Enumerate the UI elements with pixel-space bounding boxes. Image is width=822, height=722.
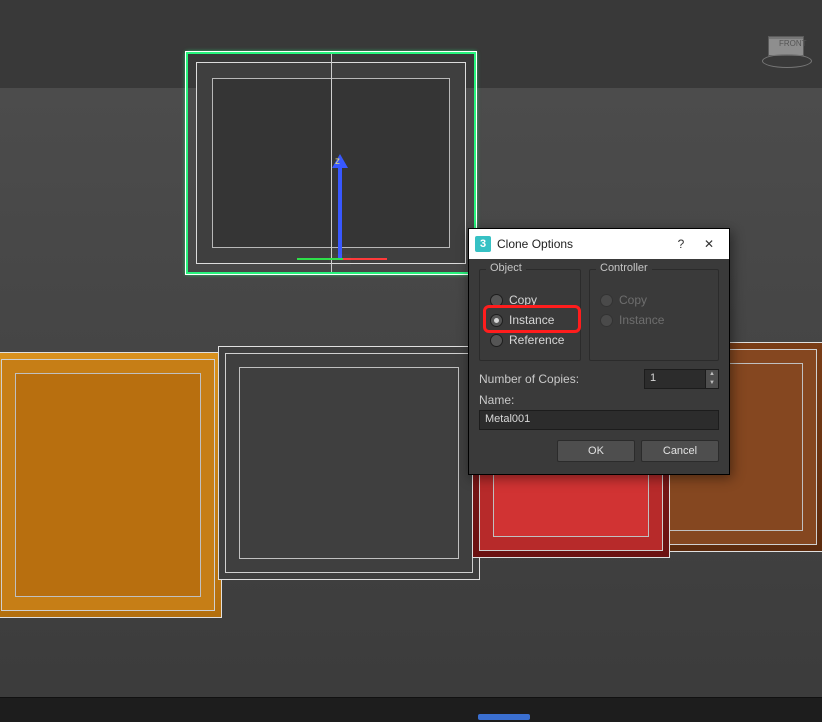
- clone-options-dialog: 3 Clone Options ? ✕ Object Copy Instance…: [468, 228, 730, 475]
- cancel-button-label: Cancel: [663, 445, 697, 457]
- scene-box-gray[interactable]: [218, 346, 480, 580]
- radio-ctrl-copy: Copy: [600, 290, 708, 310]
- object-group: Object Copy Instance Reference: [479, 269, 581, 361]
- controller-group: Controller Copy Instance: [589, 269, 719, 361]
- object-group-legend: Object: [486, 262, 526, 274]
- name-input[interactable]: Metal001: [479, 410, 719, 430]
- name-row: Name: Metal001: [479, 393, 719, 430]
- name-input-value: Metal001: [485, 413, 530, 425]
- cancel-button[interactable]: Cancel: [641, 440, 719, 462]
- view-cube-face[interactable]: FRONT: [768, 36, 804, 56]
- controller-group-legend: Controller: [596, 262, 652, 274]
- close-button[interactable]: ✕: [695, 229, 723, 259]
- timeline-keyframe[interactable]: [478, 714, 530, 720]
- dialog-title: Clone Options: [497, 237, 667, 251]
- radio-ctrl-instance-label: Instance: [619, 313, 664, 327]
- radio-copy[interactable]: Copy: [490, 290, 570, 310]
- app-icon: 3: [475, 236, 491, 252]
- copies-value: 1: [650, 372, 656, 384]
- radio-copy-input[interactable]: [490, 294, 503, 307]
- radio-copy-label: Copy: [509, 293, 537, 307]
- gizmo-z-axis[interactable]: [338, 158, 342, 258]
- gizmo-z-label: z: [335, 156, 340, 167]
- ok-button[interactable]: OK: [557, 440, 635, 462]
- view-cube-ring[interactable]: [762, 54, 812, 68]
- dialog-titlebar[interactable]: 3 Clone Options ? ✕: [469, 229, 729, 259]
- copies-spinner[interactable]: 1 ▲ ▼: [644, 369, 719, 389]
- radio-ctrl-copy-input: [600, 294, 613, 307]
- gizmo-origin[interactable]: [329, 254, 351, 266]
- help-icon: ?: [678, 237, 685, 251]
- dialog-button-row: OK Cancel: [479, 440, 719, 462]
- timeline-bar[interactable]: [0, 697, 822, 722]
- name-label: Name:: [479, 393, 719, 407]
- radio-ctrl-copy-label: Copy: [619, 293, 647, 307]
- scene-box-orange[interactable]: [0, 352, 222, 618]
- close-icon: ✕: [704, 237, 714, 251]
- app-icon-char: 3: [480, 238, 486, 250]
- view-cube[interactable]: FRONT: [762, 36, 814, 76]
- help-button[interactable]: ?: [667, 229, 695, 259]
- radio-instance[interactable]: Instance: [490, 310, 570, 330]
- radio-reference[interactable]: Reference: [490, 330, 570, 350]
- view-cube-face-label: FRONT: [779, 39, 807, 48]
- transform-gizmo[interactable]: z: [325, 158, 355, 268]
- radio-instance-label: Instance: [509, 313, 554, 327]
- radio-reference-input[interactable]: [490, 334, 503, 347]
- radio-instance-input[interactable]: [490, 314, 503, 327]
- radio-ctrl-instance: Instance: [600, 310, 708, 330]
- dialog-body: Object Copy Instance Reference Controlle…: [469, 259, 729, 474]
- copies-row: Number of Copies: 1 ▲ ▼: [479, 369, 719, 389]
- copies-label: Number of Copies:: [479, 372, 636, 386]
- radio-ctrl-instance-input: [600, 314, 613, 327]
- radio-reference-label: Reference: [509, 333, 564, 347]
- spinner-down-button[interactable]: ▼: [705, 379, 718, 388]
- ok-button-label: OK: [588, 445, 604, 457]
